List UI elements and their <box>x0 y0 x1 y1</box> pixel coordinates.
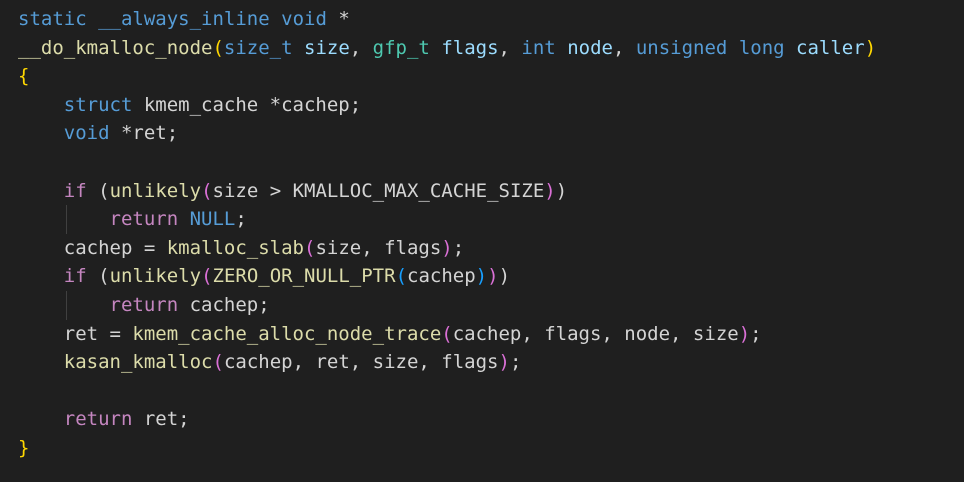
paren-close: ) <box>487 265 499 288</box>
paren-open: ( <box>201 179 213 202</box>
indent-guide <box>66 290 67 320</box>
paren-close: ) <box>498 351 510 374</box>
paren-close: ) <box>441 236 453 259</box>
call-arguments: size, flags <box>315 236 442 259</box>
keyword-int: int <box>521 36 556 59</box>
comma: , <box>498 36 522 59</box>
indent-guide <box>66 205 67 234</box>
semicolon: ; <box>509 351 522 374</box>
keyword-return: return <box>109 293 179 316</box>
paren-open: ( <box>441 322 453 345</box>
macro-null: NULL <box>189 208 236 231</box>
code-line-4: struct kmem_cache *cachep; <box>18 91 964 120</box>
code-editor[interactable]: static __always_inline void * __do_kmall… <box>0 0 964 482</box>
function-kmem-cache-alloc-node-trace: kmem_cache_alloc_node_trace <box>132 322 442 345</box>
comma: , <box>349 36 373 59</box>
paren-open: ( <box>98 179 110 202</box>
type-size-t: size_t <box>223 36 293 59</box>
call-arguments: cachep, flags, node, size <box>452 322 739 345</box>
function-kmalloc-slab: kmalloc_slab <box>166 236 304 259</box>
keyword-void: void <box>281 8 327 30</box>
macro-zero-or-null-ptr: ZERO_OR_NULL_PTR <box>212 265 396 288</box>
function-unlikely: unlikely <box>109 265 202 288</box>
code-line-8: return NULL; <box>18 205 964 234</box>
code-line-3: { <box>18 62 964 91</box>
function-unlikely: unlikely <box>109 179 202 202</box>
keyword-if: if <box>63 179 87 202</box>
paren-close: ) <box>864 36 877 59</box>
brace-open: { <box>18 65 30 88</box>
code-line-1: static __always_inline void * <box>18 5 964 34</box>
argument-cachep: cachep <box>407 265 476 288</box>
function-name: __do_kmalloc_node <box>18 36 213 59</box>
param-caller: caller <box>796 36 865 59</box>
keyword-unsigned: unsigned <box>635 36 728 59</box>
keyword-return: return <box>63 408 133 431</box>
return-value: ret; <box>132 408 190 431</box>
paren-open: ( <box>98 265 110 288</box>
paren-close: ) <box>555 179 568 202</box>
code-line-15: return ret; <box>18 405 964 434</box>
paren-open: ( <box>201 265 213 288</box>
param-node: node <box>567 36 613 59</box>
assignment-ret: ret = <box>63 322 133 345</box>
semicolon: ; <box>235 208 247 231</box>
paren-close: ) <box>544 179 556 202</box>
paren-close: ) <box>475 265 488 288</box>
brace-close: } <box>18 436 30 459</box>
semicolon: ; <box>750 322 762 345</box>
code-line-16: } <box>18 434 964 463</box>
code-line-12: ret = kmem_cache_alloc_node_trace(cachep… <box>18 320 964 349</box>
type-gfp-t: gfp_t <box>372 36 430 59</box>
code-line-10: if (unlikely(ZERO_OR_NULL_PTR(cachep))) <box>18 262 964 291</box>
keyword-return: return <box>109 208 179 231</box>
code-line-11: return cachep; <box>18 290 964 320</box>
keyword-void: void <box>63 122 110 145</box>
code-line-13: kasan_kmalloc(cachep, ret, size, flags); <box>18 348 964 377</box>
keyword-if: if <box>63 265 87 288</box>
paren-open: ( <box>395 265 408 288</box>
semicolon: ; <box>452 236 465 259</box>
param-size: size <box>304 36 350 59</box>
declaration-ret: *ret; <box>109 122 179 145</box>
param-flags: flags <box>441 36 499 59</box>
paren-close: ) <box>738 322 751 345</box>
function-kasan-kmalloc: kasan_kmalloc <box>63 351 213 374</box>
code-line-9: cachep = kmalloc_slab(size, flags); <box>18 234 964 263</box>
pointer-star: * <box>326 8 350 30</box>
comma: , <box>612 36 636 59</box>
attribute-always-inline: __always_inline <box>98 8 270 30</box>
call-arguments: cachep, ret, size, flags <box>223 351 499 374</box>
code-line-7: if (unlikely(size > KMALLOC_MAX_CACHE_SI… <box>18 177 964 206</box>
declaration-cachep: kmem_cache *cachep; <box>132 93 362 116</box>
paren-open: ( <box>212 351 224 374</box>
keyword-static: static <box>18 8 87 30</box>
keyword-struct: struct <box>63 93 133 116</box>
return-value: cachep; <box>178 293 270 316</box>
condition-expression: size > KMALLOC_MAX_CACHE_SIZE <box>212 179 545 202</box>
assignment-cachep: cachep = <box>63 236 167 259</box>
paren-close: ) <box>498 265 511 288</box>
paren-open: ( <box>212 36 224 59</box>
code-line-5: void *ret; <box>18 119 964 148</box>
paren-open: ( <box>304 236 316 259</box>
keyword-long: long <box>738 36 785 59</box>
code-line-2: __do_kmalloc_node(size_t size, gfp_t fla… <box>18 34 964 63</box>
